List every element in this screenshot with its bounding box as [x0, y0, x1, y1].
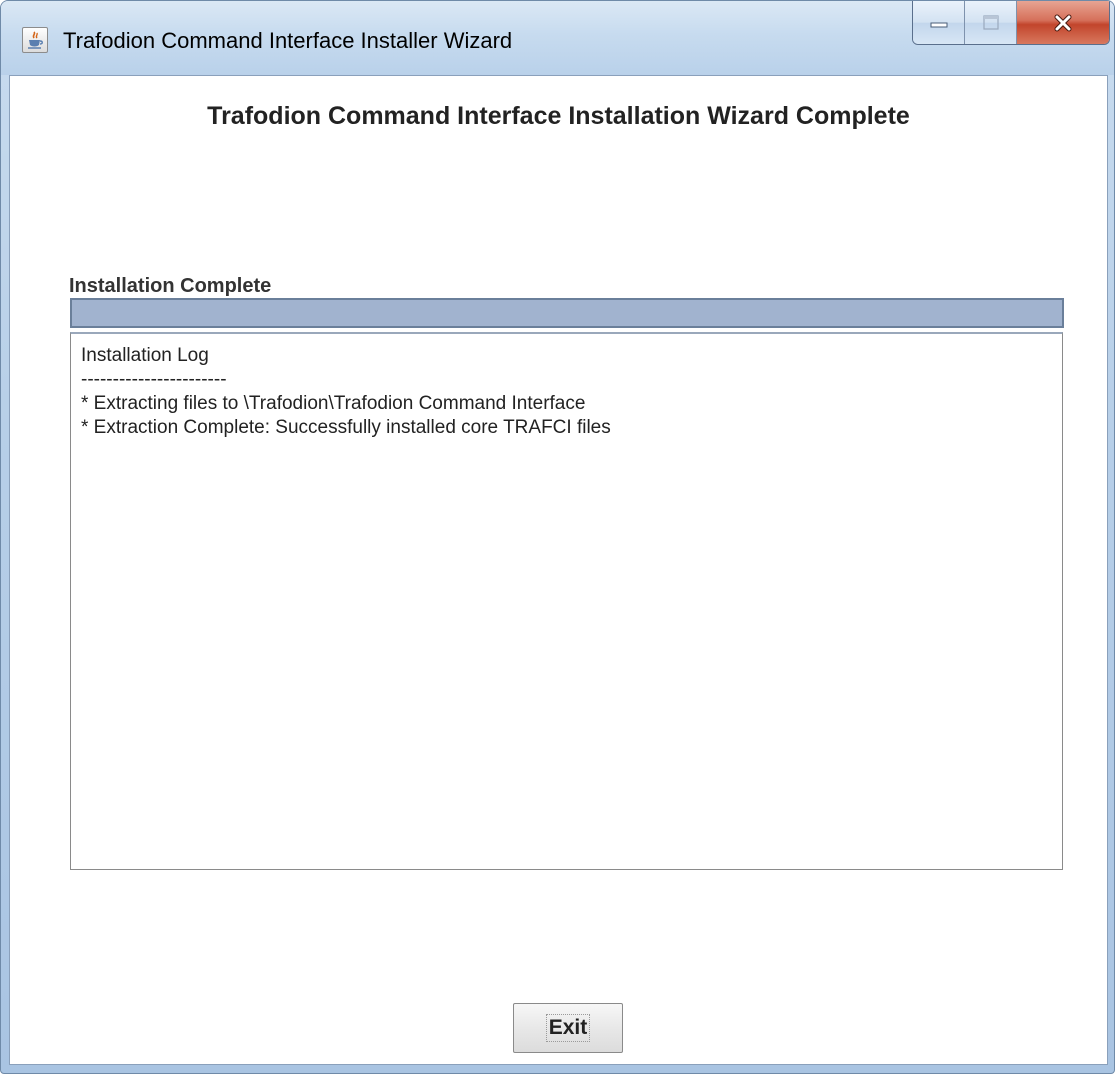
log-line: Installation Log — [81, 345, 209, 366]
window-title: Trafodion Command Interface Installer Wi… — [63, 28, 513, 53]
caption-buttons — [912, 1, 1110, 45]
maximize-icon — [982, 14, 999, 30]
maximize-button[interactable] — [965, 1, 1017, 44]
exit-button-label: Exit — [545, 1014, 591, 1042]
progress-bar — [70, 298, 1064, 328]
installer-window: Trafodion Command Interface Installer Wi… — [0, 0, 1115, 1074]
log-line: ----------------------- — [81, 369, 227, 390]
section-label: Installation Complete — [69, 275, 272, 297]
wizard-content: Trafodion Command Interface Installation… — [9, 75, 1108, 1065]
log-line: * Extracting files to \Trafodion\Trafodi… — [81, 393, 586, 414]
log-line: * Extraction Complete: Successfully inst… — [81, 417, 611, 438]
minimize-button[interactable] — [913, 1, 965, 44]
close-button[interactable] — [1017, 1, 1109, 44]
java-icon — [22, 27, 48, 53]
title-bar[interactable]: Trafodion Command Interface Installer Wi… — [1, 1, 1114, 75]
progress-fill — [72, 300, 1062, 326]
page-title: Trafodion Command Interface Installation… — [207, 102, 910, 130]
minimize-icon — [930, 22, 947, 27]
close-icon — [1054, 14, 1072, 31]
exit-button[interactable]: Exit — [513, 1003, 623, 1053]
installation-log[interactable]: Installation Log -----------------------… — [70, 332, 1063, 870]
